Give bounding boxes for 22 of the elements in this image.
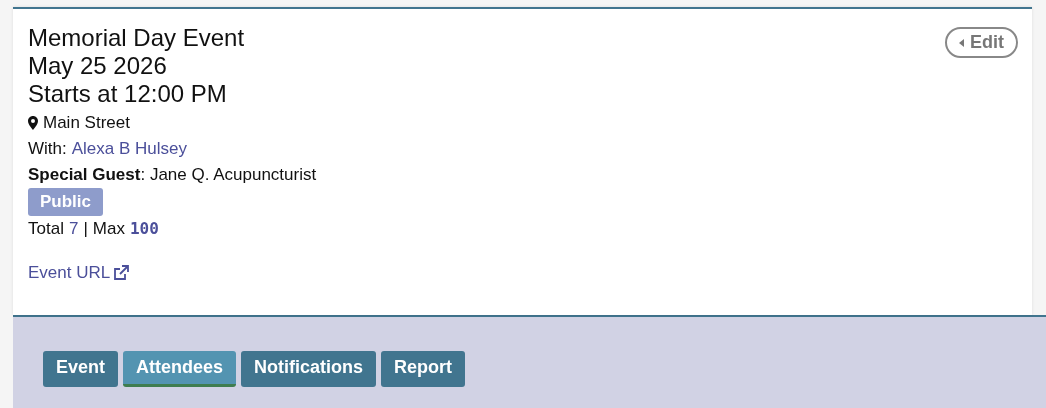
map-pin-icon — [28, 116, 38, 130]
location: Main Street — [43, 112, 130, 134]
with-label: With: — [28, 138, 67, 160]
event-url-link[interactable]: Event URL — [28, 260, 111, 286]
max-label: Max — [92, 218, 125, 240]
caret-icon — [959, 38, 964, 47]
event-date: May 25 2026 — [28, 52, 168, 80]
total-label: Total — [28, 218, 64, 240]
tab[interactable]: Attendees — [123, 351, 237, 387]
start-time: Starts at 12:00 PM — [28, 80, 228, 108]
edit-button[interactable]: Edit — [945, 27, 1018, 58]
tab[interactable]: Notifications — [241, 351, 377, 387]
tab[interactable]: Report — [381, 351, 466, 387]
max-count: 100 — [129, 218, 159, 240]
external-link-icon — [113, 265, 130, 281]
tab[interactable]: Event — [43, 351, 119, 387]
event-title: Memorial Day Event — [28, 24, 246, 52]
separator: | — [83, 218, 88, 240]
total-count: 7 — [68, 218, 79, 240]
public-badge: Public — [28, 188, 103, 216]
host-link[interactable]: Alexa B Hulsey — [71, 136, 187, 162]
special-guest: Special Guest: Jane Q. Acupuncturist — [28, 164, 317, 186]
